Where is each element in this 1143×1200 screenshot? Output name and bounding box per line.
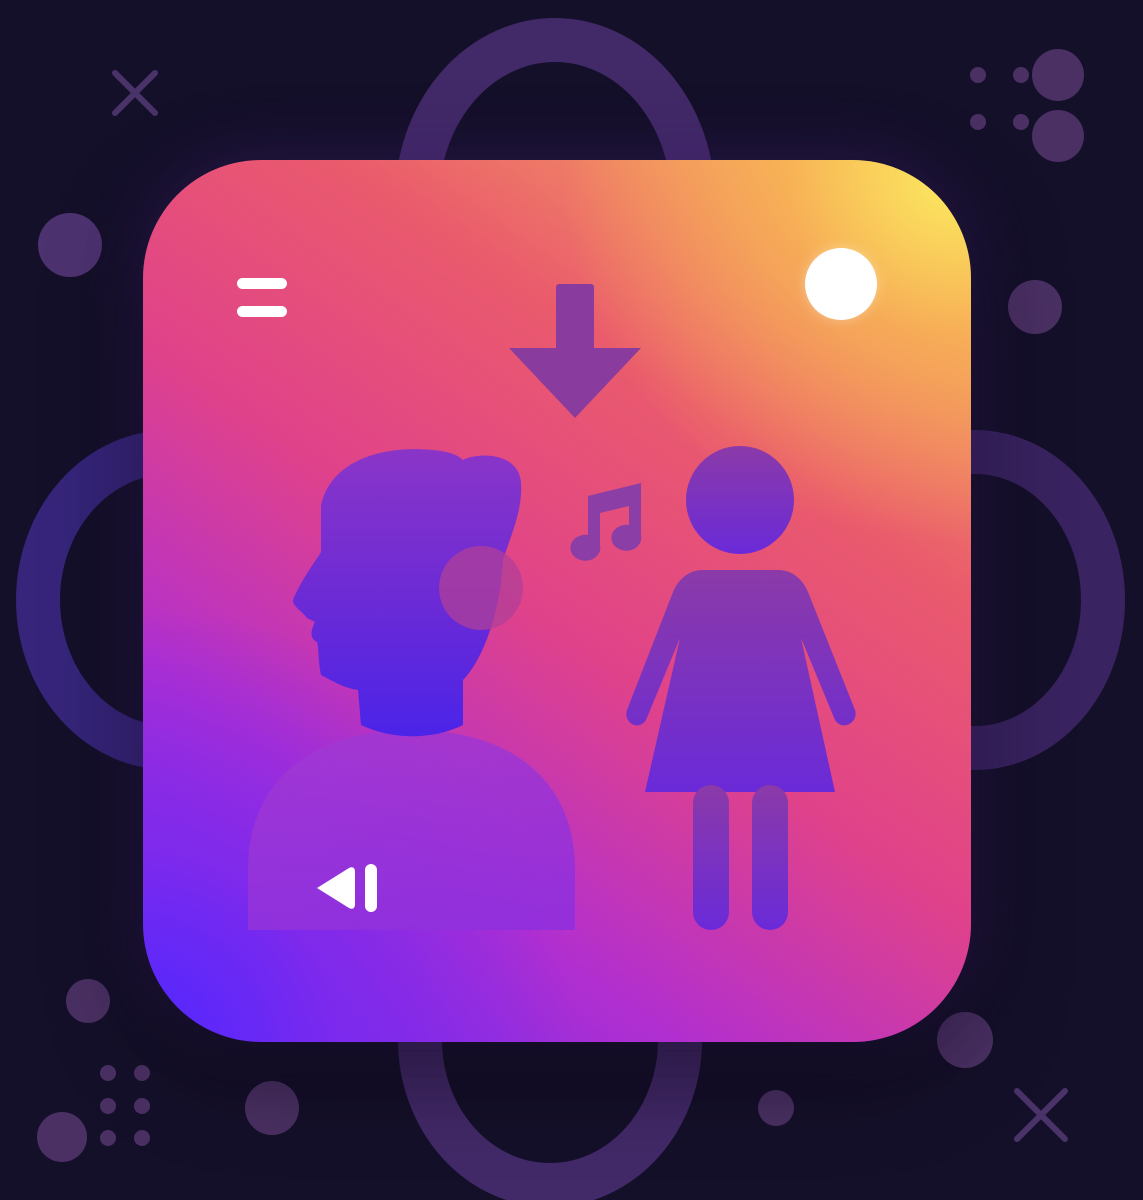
woman-icon xyxy=(626,446,856,930)
dot xyxy=(134,1098,150,1114)
skip-back-icon xyxy=(317,864,377,912)
dot xyxy=(100,1098,116,1114)
dot xyxy=(758,1090,794,1126)
woman-head xyxy=(686,446,794,554)
skip-back-button[interactable] xyxy=(311,860,387,916)
dot xyxy=(1032,49,1084,101)
dot xyxy=(66,979,110,1023)
dot xyxy=(1013,67,1029,83)
dot xyxy=(1013,114,1029,130)
illustration-stage xyxy=(0,0,1143,1200)
music-note-icon xyxy=(570,483,642,561)
dot xyxy=(134,1065,150,1081)
woman-dress xyxy=(626,570,856,792)
app-card xyxy=(143,160,971,1042)
dot xyxy=(38,213,102,277)
dot xyxy=(100,1065,116,1081)
cross-icon-bottom-right xyxy=(1014,1088,1068,1142)
dot xyxy=(970,67,986,83)
dot xyxy=(134,1130,150,1146)
dot xyxy=(1008,280,1062,334)
woman-leg-left xyxy=(693,785,729,930)
dot xyxy=(37,1112,87,1162)
dot xyxy=(245,1081,299,1135)
card-artwork xyxy=(248,284,856,930)
dot xyxy=(970,114,986,130)
arrow-down-icon xyxy=(509,284,641,418)
dot xyxy=(1032,110,1084,162)
dot xyxy=(100,1130,116,1146)
headphone-cup xyxy=(439,546,523,630)
man-shoulders xyxy=(248,730,575,930)
cross-icon-top-left xyxy=(112,70,158,116)
man-listening-icon xyxy=(248,449,575,930)
woman-leg-right xyxy=(752,785,788,930)
